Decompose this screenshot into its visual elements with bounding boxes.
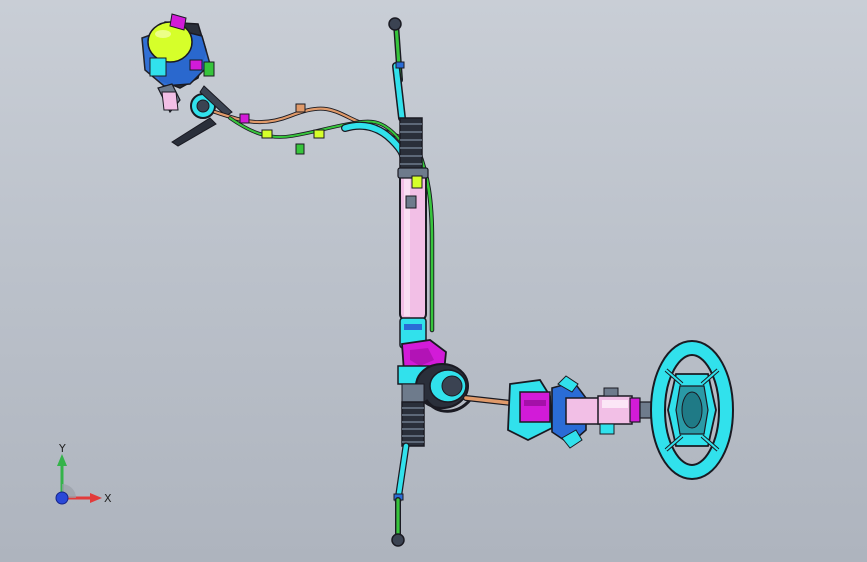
rack-boot-upper bbox=[399, 117, 423, 171]
tie-rod-lower-icon[interactable] bbox=[391, 442, 410, 547]
z-axis-origin bbox=[55, 491, 69, 505]
power-steering-pump-icon[interactable] bbox=[141, 13, 233, 147]
steering-rack-icon[interactable] bbox=[397, 167, 429, 349]
y-axis-arrowhead bbox=[57, 454, 67, 466]
steering-wheel-icon[interactable] bbox=[650, 340, 734, 480]
cad-viewport[interactable]: Y X bbox=[0, 0, 867, 562]
x-axis-label: X bbox=[104, 492, 112, 505]
tie-rod-icon[interactable] bbox=[388, 17, 406, 122]
steering-column-icon[interactable] bbox=[507, 375, 663, 449]
fluid-reservoir-icon bbox=[147, 21, 193, 63]
coordinate-triad: Y X bbox=[55, 442, 112, 505]
steering-assembly-model[interactable] bbox=[0, 0, 867, 562]
pinion-valve-icon[interactable] bbox=[397, 339, 472, 413]
rack-boot-lower bbox=[401, 401, 425, 447]
y-axis-label: Y bbox=[58, 442, 66, 455]
x-axis-arrowhead bbox=[90, 493, 102, 503]
